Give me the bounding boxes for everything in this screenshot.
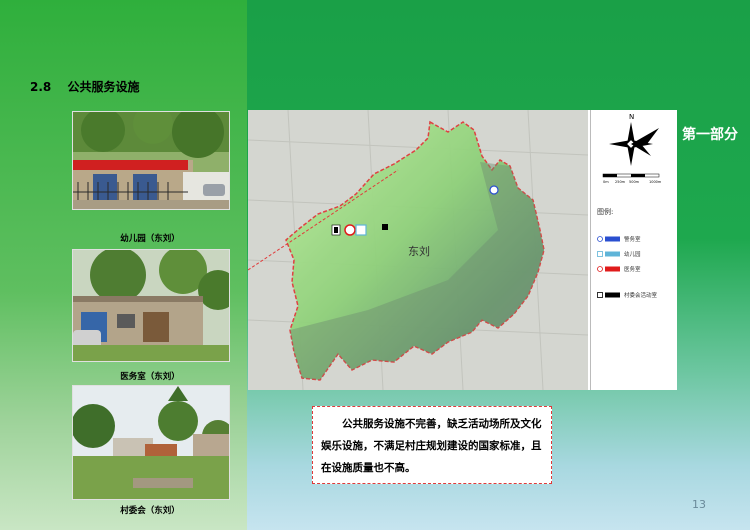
legend-label-police: 警务室: [624, 237, 641, 243]
section-number: 2.8: [30, 80, 52, 94]
legend-label-village-committee: 村委会活动室: [624, 293, 658, 299]
scale-label-3: 1000m: [649, 180, 662, 184]
scale-label-1: 250m: [615, 180, 626, 184]
north-label: N: [629, 113, 634, 121]
village-committee-icon: [597, 292, 621, 298]
photo-clinic: [72, 249, 230, 362]
caption-kindergarten: 幼儿园（东刘）: [120, 234, 180, 244]
legend-item-clinic: 医务室: [597, 265, 641, 273]
compass-rose-icon: [609, 122, 659, 166]
summary-text: 公共服务设施不完善，缺乏活动场所及文化娱乐设施，不满足村庄规划建设的国家标准，且…: [321, 418, 542, 474]
summary-box: 公共服务设施不完善，缺乏活动场所及文化娱乐设施，不满足村庄规划建设的国家标准，且…: [312, 406, 552, 484]
caption-village-committee: 村委会（东刘）: [120, 506, 180, 516]
legend-title: 图例:: [597, 208, 614, 216]
legend-item-kindergarten: 幼儿园: [597, 250, 641, 258]
legend-label-clinic: 医务室: [624, 267, 641, 273]
photo-kindergarten: [72, 111, 230, 210]
kindergarten-icon: [597, 251, 621, 257]
scale-bar: [602, 173, 660, 178]
caption-clinic: 医务室（东刘）: [120, 372, 180, 382]
part-label: 第一部分: [682, 127, 738, 143]
section-title: 2.8 公共服务设施: [30, 78, 139, 95]
police-icon: [597, 236, 621, 242]
village-map-label: 东刘: [408, 245, 430, 258]
village-map: 东刘: [248, 110, 588, 390]
legend-item-police: 警务室: [597, 235, 641, 243]
page-number: 13: [692, 498, 706, 511]
scale-label-0: 0m: [603, 180, 609, 184]
legend-panel: N 0m 250m 500m 1000m 图例: 警务室 幼儿园 医务室 村委会…: [590, 110, 677, 390]
legend-item-village-committee: 村委会活动室: [597, 291, 657, 299]
section-heading: 公共服务设施: [67, 80, 140, 94]
scale-label-2: 500m: [629, 180, 640, 184]
photo-village-committee: [72, 385, 230, 500]
legend-label-kindergarten: 幼儿园: [624, 252, 641, 258]
map-frame: 东刘 N 0m 250m 500m 1000m 图例: 警务室 幼儿园 医务室 …: [248, 110, 677, 390]
clinic-icon: [597, 266, 621, 272]
